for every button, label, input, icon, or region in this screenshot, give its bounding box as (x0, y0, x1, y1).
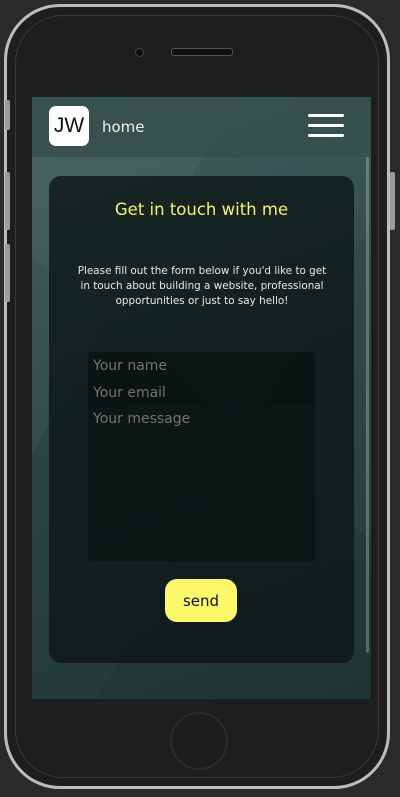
email-input[interactable] (88, 379, 315, 406)
contact-title: Get in touch with me (114, 200, 289, 219)
phone-home-button[interactable] (170, 712, 228, 770)
front-camera (135, 48, 144, 57)
name-input[interactable] (88, 352, 315, 379)
contact-content: Get in touch with me Please fill out the… (32, 97, 371, 699)
send-button[interactable]: send (165, 579, 237, 622)
earpiece-speaker (171, 48, 233, 56)
phone-side-button-volume-down (5, 244, 10, 302)
contact-form (88, 352, 315, 561)
contact-description: Please fill out the form below if you'd … (77, 265, 327, 307)
phone-side-button-mute (5, 100, 10, 130)
message-input[interactable] (88, 406, 315, 561)
phone-side-button-volume-up (5, 172, 10, 230)
phone-side-button-power (390, 172, 395, 230)
